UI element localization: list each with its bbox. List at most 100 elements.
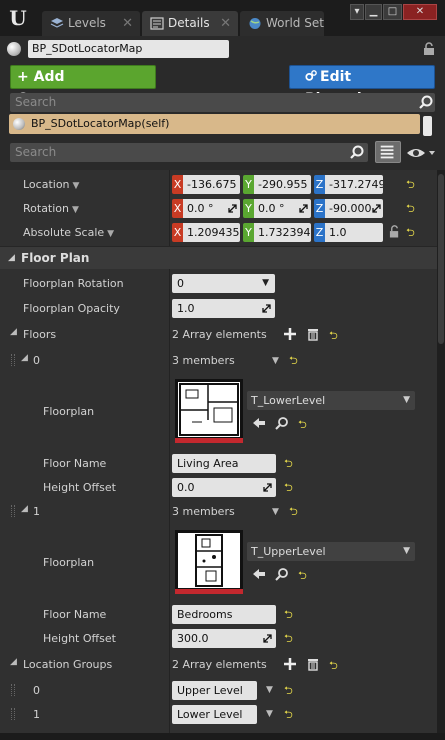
chevron-down-icon[interactable]: ▼ [266, 709, 273, 719]
floor-0-texture-picker[interactable]: T_LowerLevel ▼ [247, 391, 415, 410]
floor-plan-section-header[interactable]: ◢ Floor Plan [0, 246, 437, 269]
scale-label[interactable]: Absolute Scale ▼ [23, 226, 114, 239]
reset-to-default-icon[interactable]: ⮌ [406, 203, 416, 214]
floorplan-rotation-dropdown[interactable]: 0 ▼ [172, 274, 275, 293]
tab-bar: U Levels ✕ Details ✕ World Set ▾ ▁ □ ✕ [0, 0, 445, 36]
component-list-item[interactable]: BP_SDotLocatorMap(self) [9, 114, 420, 134]
lock-icon[interactable] [423, 42, 435, 56]
reset-to-default-icon[interactable]: ⮌ [329, 330, 339, 341]
add-element-icon[interactable] [283, 327, 297, 341]
reset-to-default-icon[interactable]: ⮌ [298, 570, 308, 581]
location-group-0-dropdown[interactable]: Upper Level [172, 681, 257, 700]
rotation-z-field[interactable]: Z -90.000 [314, 199, 383, 218]
tab-details[interactable]: Details ✕ [142, 11, 238, 36]
location-y-value[interactable]: -290.955 [254, 175, 311, 194]
browse-search-icon[interactable] [275, 416, 289, 430]
drag-handle-icon[interactable] [11, 684, 15, 696]
trash-icon[interactable] [306, 657, 320, 671]
component-item-label: BP_SDotLocatorMap(self) [31, 117, 170, 130]
reset-to-default-icon[interactable]: ⮌ [329, 660, 339, 671]
reset-to-default-icon[interactable]: ⮌ [406, 227, 416, 238]
floor-1-name-input[interactable]: Bedrooms [172, 605, 276, 624]
reset-to-default-icon[interactable]: ⮌ [284, 633, 294, 644]
component-search-input[interactable]: Search [10, 93, 435, 112]
actor-name-field[interactable]: BP_SDotLocatorMap [28, 40, 229, 58]
drag-handle-icon[interactable] [11, 354, 15, 366]
location-y-field[interactable]: Y -290.955 [243, 175, 311, 194]
close-icon[interactable]: ✕ [220, 11, 231, 36]
floor-0-name-input[interactable]: Living Area [172, 454, 276, 473]
scale-y-value[interactable]: 1.732394 [254, 223, 311, 242]
drag-handle-icon[interactable] [11, 708, 15, 720]
chevron-down-icon: ▼ [262, 278, 269, 288]
expand-triangle-icon[interactable]: ◢ [21, 504, 28, 514]
expand-triangle-icon[interactable]: ◢ [21, 353, 28, 363]
location-label[interactable]: Location ▼ [23, 178, 79, 191]
use-selected-arrow-icon[interactable] [252, 567, 266, 581]
chevron-down-icon[interactable]: ▼ [272, 356, 279, 366]
rotation-x-field[interactable]: X 0.0 ° [172, 199, 240, 218]
rotation-y-field[interactable]: Y 0.0 ° [243, 199, 311, 218]
floor-0-texture-thumbnail[interactable] [175, 379, 243, 443]
browse-search-icon[interactable] [275, 567, 289, 581]
reset-to-default-icon[interactable]: ⮌ [406, 179, 416, 190]
scale-x-field[interactable]: X 1.209435 [172, 223, 240, 242]
property-matrix-button[interactable] [375, 141, 401, 163]
reset-to-default-icon[interactable]: ⮌ [284, 709, 294, 720]
axis-x-label: X [172, 199, 183, 218]
details-scrollbar[interactable] [437, 170, 445, 733]
reset-to-default-icon[interactable]: ⮌ [298, 419, 308, 430]
unreal-logo-icon: U [9, 6, 27, 30]
floor-1-texture-thumbnail[interactable] [175, 530, 243, 594]
chevron-down-icon[interactable]: ▼ [272, 507, 279, 517]
details-search-placeholder: Search [15, 145, 57, 159]
close-icon[interactable]: ✕ [122, 11, 133, 36]
dropdown-window-button[interactable]: ▾ [350, 4, 364, 20]
minimize-button[interactable]: ▁ [365, 4, 382, 20]
maximize-button[interactable]: □ [383, 4, 402, 20]
reset-to-default-icon[interactable]: ⮌ [284, 609, 294, 620]
close-window-button[interactable]: ✕ [403, 4, 437, 20]
axis-z-label: Z [314, 175, 325, 194]
reset-to-default-icon[interactable]: ⮌ [284, 482, 294, 493]
axis-z-label: Z [314, 223, 325, 242]
expand-triangle-icon[interactable]: ◢ [10, 327, 17, 337]
unlock-icon[interactable] [389, 225, 400, 239]
details-search-input[interactable]: Search [10, 143, 368, 162]
chevron-down-icon[interactable]: ▼ [266, 685, 273, 695]
scale-y-field[interactable]: Y 1.732394 [243, 223, 311, 242]
tab-world-settings[interactable]: World Set [240, 11, 324, 36]
rotation-label[interactable]: Rotation ▼ [23, 202, 79, 215]
reset-to-default-icon[interactable]: ⮌ [289, 506, 299, 517]
floorplan-opacity-field[interactable]: 1.0 [172, 299, 275, 318]
floor-0-height-field[interactable]: 0.0 [172, 478, 276, 497]
chevron-down-icon: ▼ [403, 395, 410, 405]
scale-z-field[interactable]: Z 1.0 [314, 223, 383, 242]
trash-icon[interactable] [306, 327, 320, 341]
scrollbar-thumb[interactable] [438, 174, 444, 344]
eye-icon[interactable] [406, 146, 436, 160]
scale-z-value[interactable]: 1.0 [325, 223, 383, 242]
scale-x-value[interactable]: 1.209435 [183, 223, 240, 242]
location-group-1-dropdown[interactable]: Lower Level [172, 705, 257, 724]
use-selected-arrow-icon[interactable] [252, 416, 266, 430]
floor-1-texture-picker[interactable]: T_UpperLevel ▼ [247, 542, 415, 561]
reset-to-default-icon[interactable]: ⮌ [289, 355, 299, 366]
search-icon [350, 145, 364, 159]
floor-1-height-field[interactable]: 300.0 [172, 629, 276, 648]
component-list-scrollbar[interactable] [423, 116, 432, 136]
edit-blueprint-button[interactable]: Edit Blueprint▼ [289, 65, 435, 107]
drag-handle-icon[interactable] [11, 505, 15, 517]
location-x-field[interactable]: X -136.675 [172, 175, 240, 194]
add-component-button[interactable]: + Add Component▼ [10, 65, 156, 107]
tab-levels[interactable]: Levels ✕ [42, 11, 140, 36]
location-z-value[interactable]: -317.2749 [325, 175, 383, 194]
axis-z-label: Z [314, 199, 325, 218]
location-z-field[interactable]: Z -317.2749 [314, 175, 383, 194]
reset-to-default-icon[interactable]: ⮌ [284, 458, 294, 469]
reset-to-default-icon[interactable]: ⮌ [284, 685, 294, 696]
expand-triangle-icon[interactable]: ◢ [10, 657, 17, 667]
location-x-value[interactable]: -136.675 [183, 175, 240, 194]
add-element-icon[interactable] [283, 657, 297, 671]
floor-1-name-label: Floor Name [43, 608, 107, 621]
